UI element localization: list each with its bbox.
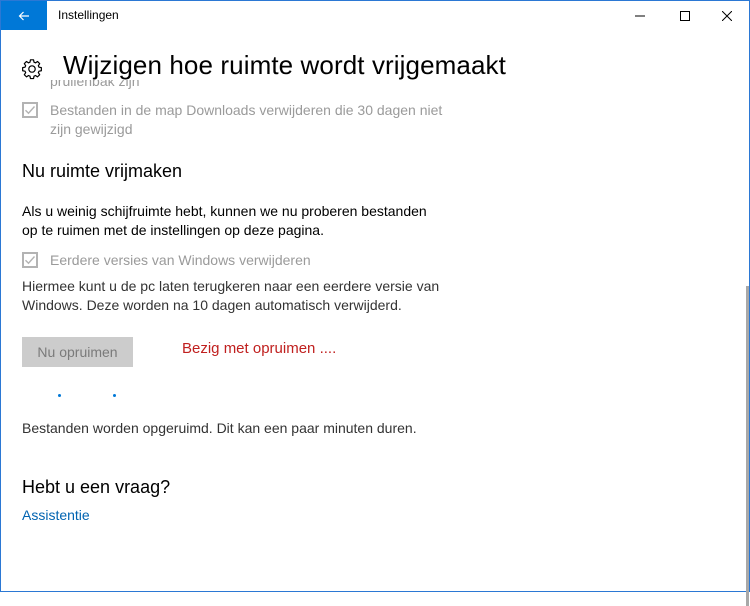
minimize-icon [634, 15, 645, 16]
downloads-checkbox[interactable] [22, 102, 38, 118]
downloads-checkbox-label: Bestanden in de map Downloads verwijdere… [50, 102, 443, 137]
busy-status-text: Bezig met opruimen .... [182, 340, 337, 357]
free-space-intro: Als u weinig schijfruimte hebt, kunnen w… [22, 203, 427, 238]
close-button[interactable] [704, 1, 749, 30]
window-title: Instellingen [58, 8, 119, 22]
clipped-option-text: prullenbak zijn [50, 80, 140, 89]
previous-windows-description: Hiermee kunt u de pc laten terugkeren na… [22, 278, 440, 313]
minimize-button[interactable] [617, 1, 662, 30]
checkmark-icon [25, 256, 36, 265]
title-bar: Instellingen [1, 1, 749, 30]
maximize-button[interactable] [662, 1, 707, 30]
previous-windows-checkbox[interactable] [22, 252, 38, 268]
progress-dot [113, 394, 116, 397]
maximize-icon [679, 10, 690, 21]
back-arrow-icon [18, 11, 29, 20]
free-space-heading: Nu ruimte vrijmaken [22, 161, 183, 181]
checkmark-icon [25, 106, 36, 115]
progress-dot [58, 394, 61, 397]
back-button[interactable] [1, 1, 47, 30]
scrollbar-thumb[interactable] [746, 286, 749, 606]
scrollbar[interactable] [743, 30, 749, 606]
cleanup-progress-status: Bestanden worden opgeruimd. Dit kan een … [22, 420, 417, 436]
gear-icon [21, 58, 43, 85]
close-icon [721, 10, 732, 21]
assistance-link[interactable]: Assistentie [22, 507, 90, 523]
page-title: Wijzigen hoe ruimte wordt vrijgemaakt [63, 50, 506, 80]
cleanup-button[interactable]: Nu opruimen [22, 337, 133, 367]
previous-windows-label: Eerdere versies van Windows verwijderen [50, 252, 311, 268]
help-heading: Hebt u een vraag? [22, 477, 171, 497]
